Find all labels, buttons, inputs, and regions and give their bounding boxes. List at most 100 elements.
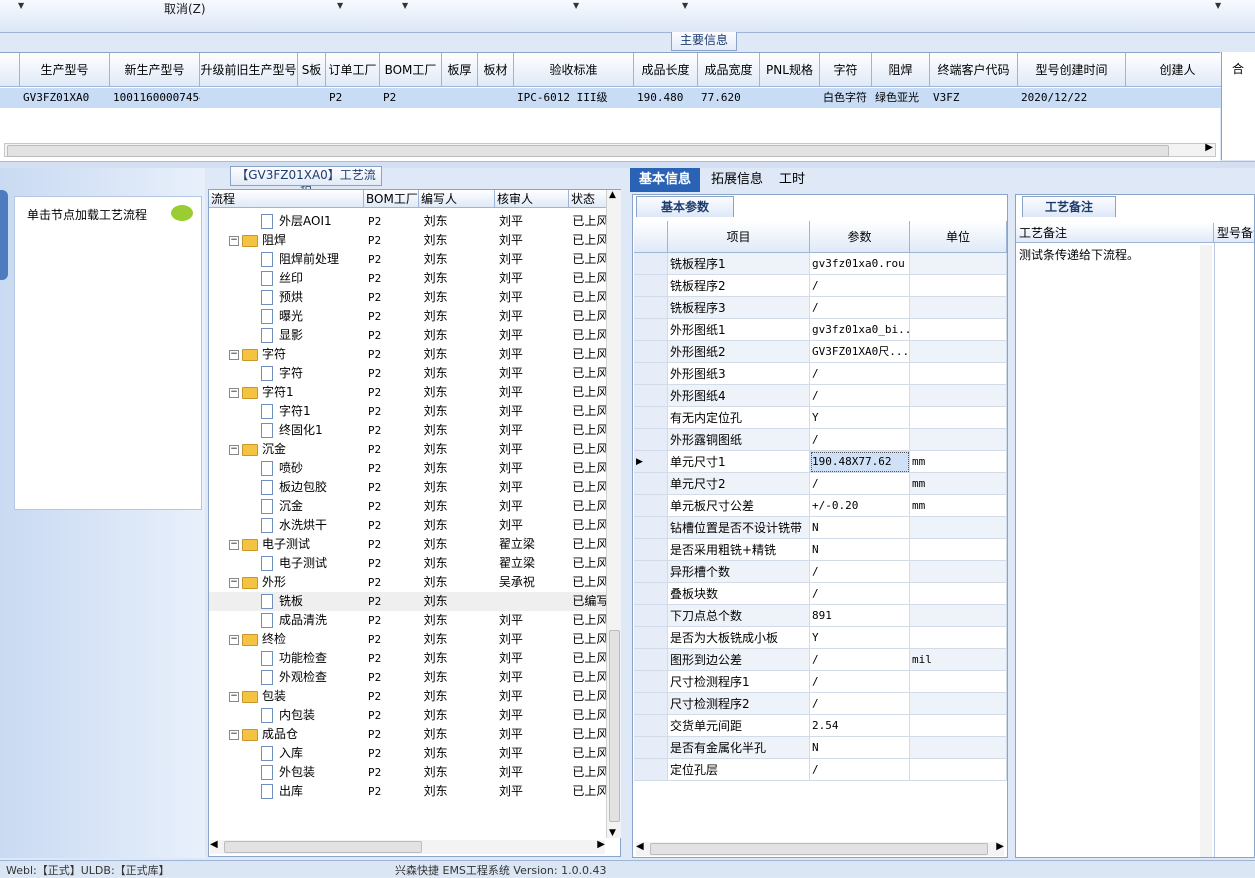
- row-header[interactable]: [634, 671, 668, 693]
- param-row[interactable]: 钻槽位置是否不设计铣带 N: [634, 517, 1007, 539]
- table-cell[interactable]: GV3FZ01XA0: [20, 88, 110, 108]
- tree-node[interactable]: − 电子测试: [209, 535, 363, 554]
- param-row[interactable]: 交货单元间距 2.54: [634, 715, 1007, 737]
- param-row[interactable]: 是否采用粗铣+精铣 N: [634, 539, 1007, 561]
- tree-node[interactable]: 阻焊前处理: [209, 250, 363, 269]
- tree-node[interactable]: 外包装: [209, 763, 363, 782]
- tree-row[interactable]: 入库 P2 刘东 刘平 已上风: [209, 744, 606, 763]
- tree-row[interactable]: − 电子测试 P2 刘东 翟立梁 已上风: [209, 535, 606, 554]
- tab-work-hours[interactable]: 工时: [772, 168, 812, 192]
- param-value[interactable]: 2.54: [810, 715, 910, 737]
- tree-node[interactable]: 内包装: [209, 706, 363, 725]
- tree-node[interactable]: 曝光: [209, 307, 363, 326]
- tab-basic-info[interactable]: 基本信息: [630, 168, 700, 192]
- row-header[interactable]: [634, 363, 668, 385]
- tree-row[interactable]: 外层AOI1 P2 刘东 刘平 已上风: [209, 212, 606, 231]
- table-cell[interactable]: V3FZ: [930, 88, 1018, 108]
- row-header[interactable]: [634, 737, 668, 759]
- tree-row[interactable]: − 阻焊 P2 刘东 刘平 已上风: [209, 231, 606, 250]
- tree-node[interactable]: 铣板: [209, 592, 363, 611]
- tree-row[interactable]: 预烘 P2 刘东 刘平 已上风: [209, 288, 606, 307]
- tree-row[interactable]: 出库 P2 刘东 刘平 已上风: [209, 782, 606, 801]
- param-row[interactable]: 单元板尺寸公差 +/-0.20 mm: [634, 495, 1007, 517]
- tab-basic-params[interactable]: 基本参数: [636, 196, 734, 217]
- param-row[interactable]: 外形图纸1 gv3fz01xa0_bi...: [634, 319, 1007, 341]
- param-row[interactable]: 铣板程序1 gv3fz01xa0.rou: [634, 253, 1007, 275]
- param-value[interactable]: gv3fz01xa0_bi...: [810, 319, 910, 341]
- param-value[interactable]: /: [810, 759, 910, 781]
- param-value[interactable]: /: [810, 429, 910, 451]
- tree-row[interactable]: 外观检查 P2 刘东 刘平 已上风: [209, 668, 606, 687]
- tree-node[interactable]: 字符: [209, 364, 363, 383]
- scroll-up-icon[interactable]: ▲: [609, 190, 616, 200]
- row-header[interactable]: [0, 88, 20, 108]
- column-header[interactable]: 验收标准: [514, 53, 634, 87]
- param-row[interactable]: 是否为大板铣成小板 Y: [634, 627, 1007, 649]
- horizontal-scrollbar[interactable]: ◀ ▶: [636, 841, 1004, 856]
- tree-node[interactable]: 电子测试: [209, 554, 363, 573]
- param-value[interactable]: /: [810, 363, 910, 385]
- tree-row[interactable]: 内包装 P2 刘东 刘平 已上风: [209, 706, 606, 725]
- column-header[interactable]: 成品长度: [634, 53, 698, 87]
- row-header[interactable]: [634, 627, 668, 649]
- vertical-scrollbar[interactable]: ▲ ▼: [606, 190, 621, 838]
- scroll-right-icon[interactable]: ▶: [996, 841, 1004, 852]
- param-row[interactable]: 外形图纸2 GV3FZ01XA0尺...: [634, 341, 1007, 363]
- column-header[interactable]: PNL规格: [760, 53, 820, 87]
- param-value[interactable]: 891: [810, 605, 910, 627]
- tree-node[interactable]: − 外形: [209, 573, 363, 592]
- row-header[interactable]: [634, 605, 668, 627]
- column-header[interactable]: 阻焊: [872, 53, 930, 87]
- row-header[interactable]: [634, 407, 668, 429]
- tree-row[interactable]: 终固化1 P2 刘东 刘平 已上风: [209, 421, 606, 440]
- tree-row[interactable]: − 外形 P2 刘东 吴承祝 已上风: [209, 573, 606, 592]
- tree-row[interactable]: − 字符 P2 刘东 刘平 已上风: [209, 345, 606, 364]
- row-header[interactable]: [634, 429, 668, 451]
- tree-row[interactable]: − 成品仓 P2 刘东 刘平 已上风: [209, 725, 606, 744]
- param-value[interactable]: gv3fz01xa0.rou: [810, 253, 910, 275]
- param-row[interactable]: 是否有金属化半孔 N: [634, 737, 1007, 759]
- param-value[interactable]: N: [810, 539, 910, 561]
- column-header[interactable]: 流程: [209, 190, 364, 208]
- table-cell[interactable]: P2: [326, 88, 380, 108]
- row-header[interactable]: [634, 649, 668, 671]
- tree-row[interactable]: 成品清洗 P2 刘东 刘平 已上风: [209, 611, 606, 630]
- param-row[interactable]: 外形图纸3/: [634, 363, 1007, 385]
- tree-node[interactable]: 喷砂: [209, 459, 363, 478]
- tree-row[interactable]: − 终检 P2 刘东 刘平 已上风: [209, 630, 606, 649]
- table-cell[interactable]: 77.620: [698, 88, 760, 108]
- row-header[interactable]: [634, 693, 668, 715]
- collapse-icon[interactable]: −: [229, 691, 239, 702]
- column-header[interactable]: 编写人: [419, 190, 495, 208]
- scroll-left-icon[interactable]: ◀: [210, 839, 218, 850]
- dropdown-arrow-icon[interactable]: ▼: [682, 1, 688, 10]
- tree-node[interactable]: 预烘: [209, 288, 363, 307]
- splitter[interactable]: [0, 161, 1255, 168]
- tree-node[interactable]: 字符1: [209, 402, 363, 421]
- row-header[interactable]: [634, 583, 668, 605]
- column-header[interactable]: 成品宽度: [698, 53, 760, 87]
- column-header[interactable]: 订单工厂: [326, 53, 380, 87]
- tree-row[interactable]: − 沉金 P2 刘东 刘平 已上风: [209, 440, 606, 459]
- row-header[interactable]: [634, 385, 668, 407]
- param-value[interactable]: N: [810, 737, 910, 759]
- tree-node[interactable]: 出库: [209, 782, 363, 801]
- param-row[interactable]: 图形到边公差 / mil: [634, 649, 1007, 671]
- table-cell[interactable]: 10011600007454: [110, 88, 200, 108]
- row-header[interactable]: [634, 319, 668, 341]
- param-value[interactable]: /: [810, 693, 910, 715]
- remark-text[interactable]: 测试条传递给下流程。: [1019, 246, 1139, 263]
- table-cell[interactable]: [442, 88, 478, 108]
- tree-node[interactable]: 板边包胶: [209, 478, 363, 497]
- param-value[interactable]: /: [810, 385, 910, 407]
- table-cell[interactable]: [478, 88, 514, 108]
- dropdown-arrow-icon[interactable]: ▼: [337, 1, 343, 10]
- horizontal-scrollbar[interactable]: ▶: [4, 142, 1216, 157]
- param-row[interactable]: 外形图纸4/: [634, 385, 1007, 407]
- param-value[interactable]: N: [810, 517, 910, 539]
- dropdown-arrow-icon[interactable]: ▼: [18, 1, 24, 10]
- collapse-icon[interactable]: −: [229, 577, 239, 588]
- row-header[interactable]: [634, 495, 668, 517]
- tree-row[interactable]: 喷砂 P2 刘东 刘平 已上风: [209, 459, 606, 478]
- tree-node[interactable]: − 沉金: [209, 440, 363, 459]
